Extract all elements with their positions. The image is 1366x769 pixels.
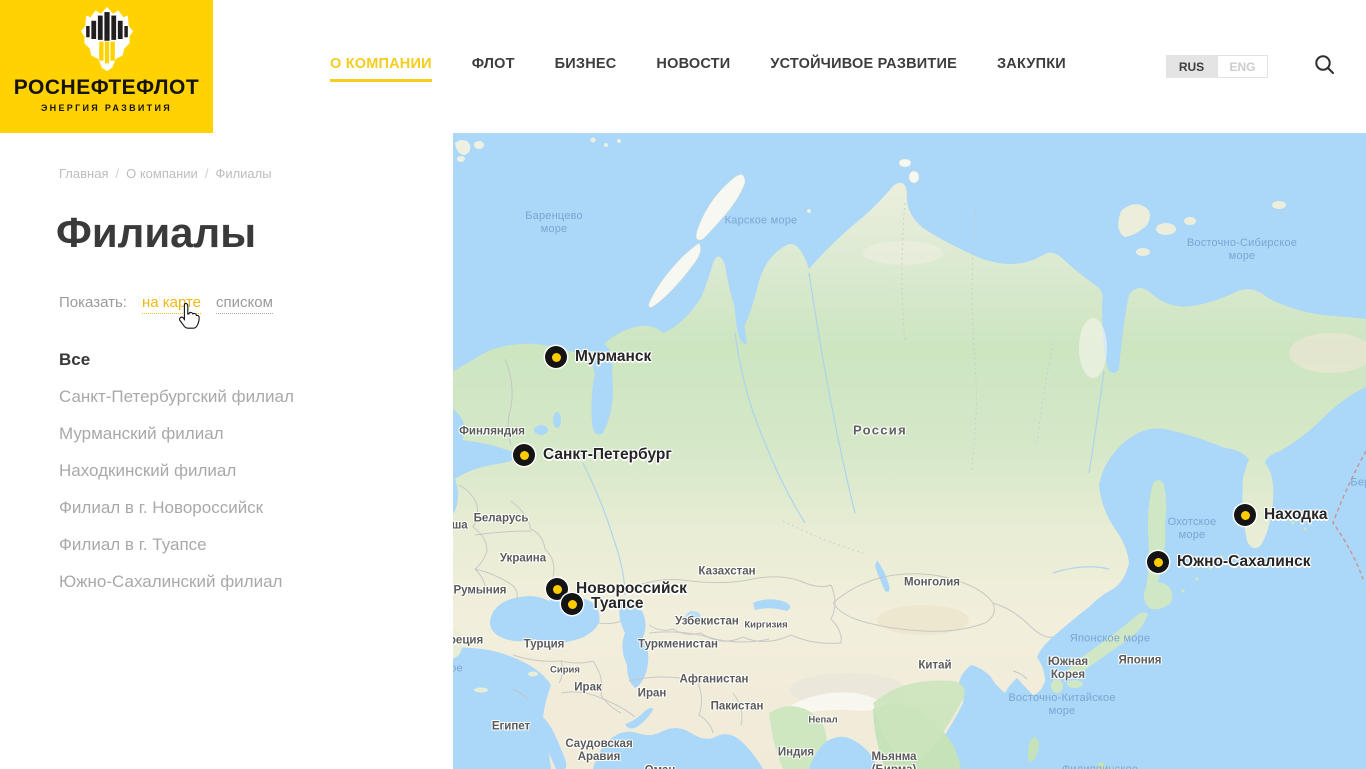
branch-item[interactable]: Находкинский филиал (59, 459, 294, 482)
show-row: Показать: на карте списком (59, 294, 273, 314)
map[interactable]: Баренцево мореКарское мореВосточно-Сибир… (453, 133, 1366, 769)
sidebar: Главная / О компании / Филиалы Филиалы Показ… (0, 133, 453, 769)
marker-dot-icon (1147, 551, 1169, 573)
search-button[interactable] (1312, 53, 1338, 79)
logo-tagline: ЭНЕРГИЯ РАЗВИТИЯ (0, 103, 213, 113)
nav-item[interactable]: ЗАКУПКИ (997, 51, 1066, 82)
branch-list: Все Санкт-Петербургский филиал Мурманский … (59, 348, 294, 607)
marker-dot-icon (513, 444, 535, 466)
branch-item[interactable]: Санкт-Петербургский филиал (59, 385, 294, 408)
search-icon (1314, 54, 1336, 76)
show-label: Показать: (59, 294, 127, 311)
breadcrumb: Главная / О компании / Филиалы (59, 166, 272, 181)
logo-block[interactable]: РОСНЕФТЕФЛОТ ЭНЕРГИЯ РАЗВИТИЯ (0, 0, 213, 133)
rosneft-flame-icon (78, 6, 136, 72)
marker-label: Санкт-Петербург (543, 445, 672, 465)
breadcrumb-separator: / (205, 166, 209, 181)
nav-item[interactable]: О КОМПАНИИ (330, 51, 432, 82)
branch-item[interactable]: Мурманский филиал (59, 422, 294, 445)
marker-label: Южно-Сахалинск (1177, 552, 1311, 572)
header: РОСНЕФТЕФЛОТ ЭНЕРГИЯ РАЗВИТИЯ О КОМПАНИИ… (0, 0, 1366, 133)
marker-dot-icon (1234, 504, 1256, 526)
branch-item[interactable]: Филиал в г. Новороссийск (59, 496, 294, 519)
nav-item[interactable]: УСТОЙЧИВОЕ РАЗВИТИЕ (770, 51, 957, 82)
view-option-list[interactable]: списком (216, 294, 273, 314)
nav-item[interactable]: БИЗНЕС (555, 51, 617, 82)
lang-rus[interactable]: RUS (1166, 55, 1217, 78)
marker-dot-icon (545, 346, 567, 368)
nav-item[interactable]: ФЛОТ (472, 51, 515, 82)
breadcrumb-item: Филиалы (215, 166, 271, 181)
breadcrumb-item[interactable]: О компании (126, 166, 198, 181)
marker-label: Мурманск (575, 347, 651, 367)
marker-label: Туапсе (591, 594, 644, 614)
page-title: Филиалы (56, 209, 256, 257)
logo-title: РОСНЕФТЕФЛОТ (0, 77, 213, 98)
branch-item[interactable]: Южно-Сахалинский филиал (59, 570, 294, 593)
nav-item[interactable]: НОВОСТИ (656, 51, 730, 82)
main-nav: О КОМПАНИИ ФЛОТ БИЗНЕС НОВОСТИ УСТОЙЧИВОЕ РА… (330, 0, 1066, 133)
view-option-map[interactable]: на карте (142, 294, 201, 314)
breadcrumb-separator: / (115, 166, 119, 181)
view-toggle: на карте списком (127, 294, 273, 314)
lang-eng[interactable]: ENG (1217, 55, 1268, 78)
branch-item[interactable]: Все (59, 348, 294, 371)
branch-item[interactable]: Филиал в г. Туапсе (59, 533, 294, 556)
language-switcher: RUS ENG (1166, 55, 1268, 78)
marker-label: Находка (1264, 505, 1328, 525)
marker-dot-icon (561, 593, 583, 615)
breadcrumb-item[interactable]: Главная (59, 166, 108, 181)
